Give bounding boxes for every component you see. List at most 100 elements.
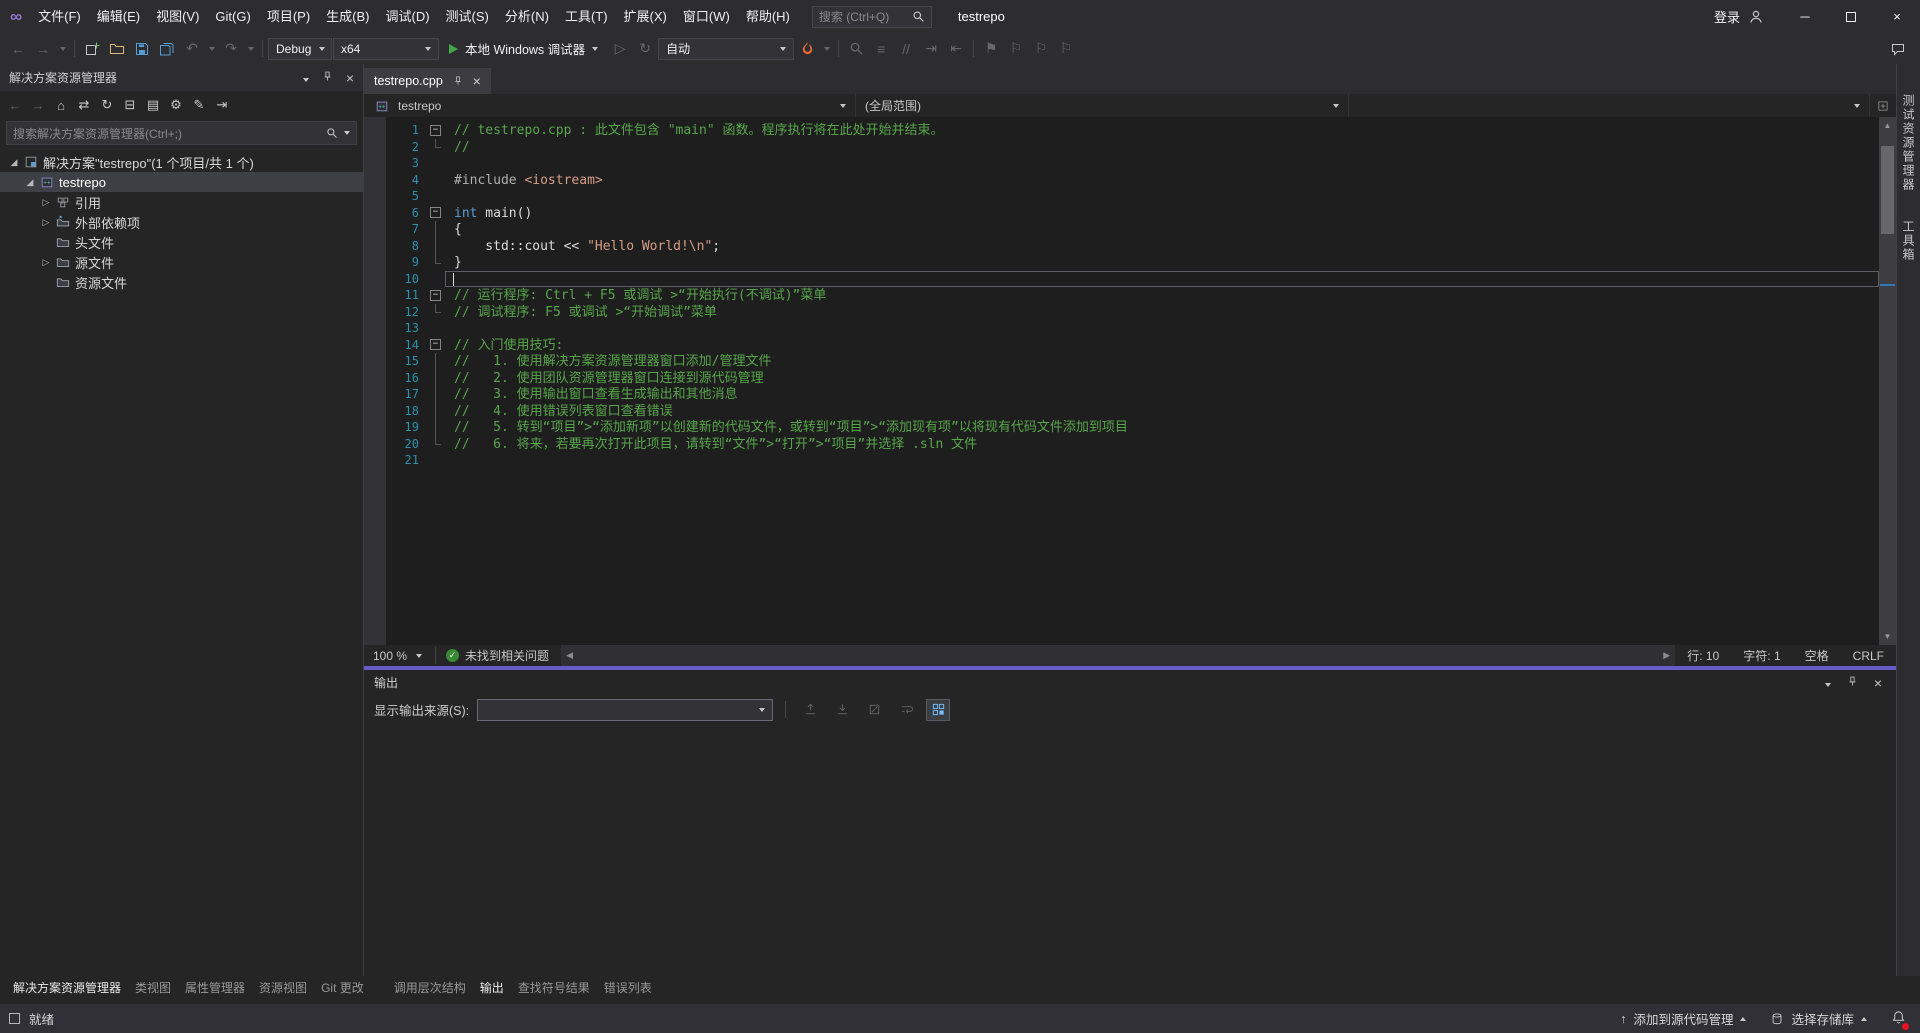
line-number[interactable]: 6	[386, 205, 426, 222]
solution-explorer-header[interactable]: 解决方案资源管理器 ×	[0, 64, 363, 91]
navigate-forward-icon[interactable]: →	[31, 37, 55, 61]
toggle-auto-scroll-icon[interactable]	[926, 699, 950, 721]
line-number[interactable]: 21	[386, 452, 426, 469]
line-number[interactable]: 19	[386, 419, 426, 436]
solution-configuration-dropdown[interactable]: Debug	[268, 38, 332, 60]
code-line-4[interactable]: 4 #include <iostream>	[364, 172, 1879, 189]
fold-collapse-icon[interactable]: −	[426, 287, 445, 304]
nav-scope-dropdown[interactable]: (全局范围)	[856, 94, 1349, 117]
fold-collapse-icon[interactable]: −	[426, 122, 445, 139]
indent-icon[interactable]: ⇥	[919, 37, 943, 61]
navigation-history-caret-icon[interactable]	[56, 37, 69, 61]
vertical-scrollbar[interactable]: ▲ ▼	[1879, 117, 1896, 645]
line-number[interactable]: 1	[386, 122, 426, 139]
tree-collapsed-arrow-icon[interactable]: ▷	[38, 197, 54, 208]
pin-icon[interactable]	[1846, 675, 1859, 691]
line-number[interactable]: 5	[386, 188, 426, 205]
tree-collapsed-arrow-icon[interactable]: ▷	[38, 217, 54, 228]
close-icon[interactable]: ×	[346, 71, 354, 85]
left-panel-tab-1[interactable]: 类视图	[128, 979, 178, 996]
start-debugging-button[interactable]: 本地 Windows 调试器	[440, 37, 607, 61]
toggle-bookmark-icon[interactable]: ⚑	[979, 37, 1003, 61]
code-line-18[interactable]: 18// 4. 使用错误列表窗口查看错误	[364, 403, 1879, 420]
code-text[interactable]	[445, 320, 1879, 337]
preview-selected-items-icon[interactable]: ⇥	[211, 94, 233, 116]
tree-item-1[interactable]: ◢++testrepo	[0, 172, 363, 192]
clear-all-icon[interactable]	[862, 699, 886, 721]
code-text[interactable]: //	[445, 139, 1879, 156]
menu-item-2[interactable]: 视图(V)	[148, 0, 207, 33]
menu-item-11[interactable]: 窗口(W)	[675, 0, 738, 33]
code-line-8[interactable]: 8 std::cout << "Hello World!\n";	[364, 238, 1879, 255]
line-number[interactable]: 3	[386, 155, 426, 172]
save-all-icon[interactable]	[155, 37, 179, 61]
user-profile-icon[interactable]	[1748, 9, 1764, 25]
left-panel-tab-4[interactable]: Git 更改	[314, 979, 371, 996]
outdent-icon[interactable]: ⇤	[944, 37, 968, 61]
left-panel-tab-0[interactable]: 解决方案资源管理器	[6, 979, 128, 996]
line-number[interactable]: 14	[386, 337, 426, 354]
line-number[interactable]: 11	[386, 287, 426, 304]
select-repository-button[interactable]: 选择存储库	[1770, 1009, 1867, 1028]
notifications-button[interactable]	[1891, 1010, 1906, 1028]
explorer-forward-icon[interactable]: →	[27, 94, 49, 116]
tree-item-3[interactable]: ▷外部依赖项	[0, 212, 363, 232]
save-icon[interactable]	[130, 37, 154, 61]
tree-expanded-arrow-icon[interactable]: ◢	[6, 157, 22, 168]
health-check-icon[interactable]: ✓	[446, 649, 459, 662]
code-line-21[interactable]: 21	[364, 452, 1879, 469]
code-editor[interactable]: 1−// testrepo.cpp : 此文件包含 "main" 函数。程序执行…	[364, 117, 1896, 645]
output-panel-header[interactable]: 输出 ×	[364, 670, 1896, 695]
code-line-17[interactable]: 17// 3. 使用输出窗口查看生成输出和其他消息	[364, 386, 1879, 403]
toggle-word-wrap-icon[interactable]	[894, 699, 918, 721]
code-text[interactable]	[445, 271, 1879, 288]
code-line-19[interactable]: 19 // 5. 转到“项目”>“添加新项”以创建新的代码文件，或转到“项目”>“…	[364, 419, 1879, 436]
solution-explorer-search[interactable]: 搜索解决方案资源管理器(Ctrl+;)	[6, 121, 357, 145]
output-content[interactable]	[364, 724, 1896, 976]
code-text[interactable]	[445, 452, 1879, 469]
code-line-12[interactable]: 12// 调试程序: F5 或调试 >“开始调试”菜单	[364, 304, 1879, 321]
code-text[interactable]	[445, 188, 1879, 205]
horizontal-scrollbar[interactable]	[578, 645, 1658, 666]
zoom-dropdown[interactable]: 100 %	[364, 645, 431, 666]
menu-item-5[interactable]: 生成(B)	[318, 0, 377, 33]
goto-previous-message-icon[interactable]	[798, 699, 822, 721]
pin-tab-icon[interactable]	[452, 75, 464, 87]
line-number[interactable]: 18	[386, 403, 426, 420]
code-line-2[interactable]: 2 //	[364, 139, 1879, 156]
undo-icon[interactable]: ↶	[180, 37, 204, 61]
line-number[interactable]: 17	[386, 386, 426, 403]
fold-collapse-icon[interactable]: −	[426, 205, 445, 222]
comment-icon[interactable]: //	[894, 37, 918, 61]
tree-expanded-arrow-icon[interactable]: ◢	[22, 177, 38, 188]
code-text[interactable]: // 调试程序: F5 或调试 >“开始调试”菜单	[445, 304, 1879, 321]
line-number[interactable]: 20	[386, 436, 426, 453]
clear-bookmarks-icon[interactable]: ⚐	[1054, 37, 1078, 61]
scrollbar-thumb[interactable]	[1881, 146, 1894, 234]
code-lines[interactable]: 1−// testrepo.cpp : 此文件包含 "main" 函数。程序执行…	[364, 117, 1879, 645]
open-file-icon[interactable]	[105, 37, 129, 61]
line-number[interactable]: 9	[386, 254, 426, 271]
background-tasks-icon[interactable]	[9, 1013, 20, 1024]
menu-item-9[interactable]: 工具(T)	[557, 0, 616, 33]
close-icon[interactable]: ×	[1874, 676, 1882, 690]
bottom-panel-tab-1[interactable]: 输出	[473, 979, 511, 996]
code-text[interactable]: // 5. 转到“项目”>“添加新项”以创建新的代码文件，或转到“项目”>“添加…	[445, 419, 1879, 436]
line-number[interactable]: 2	[386, 139, 426, 156]
close-button[interactable]: ×	[1874, 0, 1920, 33]
sync-with-active-document-icon[interactable]: ⇄	[73, 94, 95, 116]
code-text[interactable]: #include <iostream>	[445, 172, 1879, 189]
window-menu-caret-icon[interactable]	[303, 71, 309, 85]
code-line-11[interactable]: 11−// 运行程序: Ctrl + F5 或调试 >“开始执行(不调试)”菜单	[364, 287, 1879, 304]
line-number[interactable]: 13	[386, 320, 426, 337]
restart-icon[interactable]: ↻	[633, 37, 657, 61]
line-number[interactable]: 4	[386, 172, 426, 189]
code-line-9[interactable]: 9}	[364, 254, 1879, 271]
nav-member-dropdown[interactable]	[1349, 94, 1870, 117]
close-tab-icon[interactable]: ×	[473, 73, 481, 89]
edit-icon[interactable]: ✎	[188, 94, 210, 116]
document-tab[interactable]: testrepo.cpp ×	[364, 68, 491, 94]
explorer-back-icon[interactable]: ←	[4, 94, 26, 116]
hot-reload-caret-icon[interactable]	[820, 37, 833, 61]
fold-collapse-icon[interactable]: −	[426, 337, 445, 354]
